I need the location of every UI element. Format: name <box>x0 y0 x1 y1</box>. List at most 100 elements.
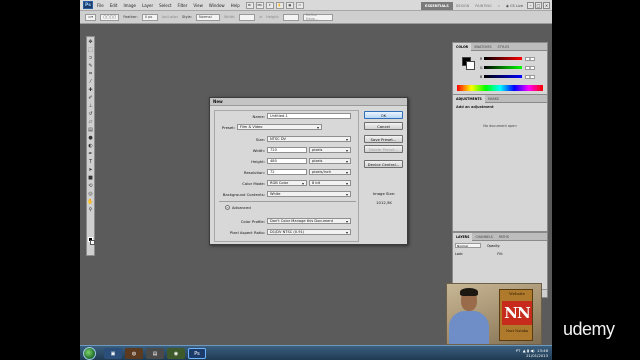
color-mode-select[interactable]: RGB Color <box>267 180 307 186</box>
tab-channels[interactable]: CHANNELS <box>472 233 495 241</box>
tab-layers[interactable]: LAYERS <box>453 232 473 241</box>
menu-view[interactable]: View <box>193 3 203 8</box>
workspace-painting[interactable]: PAINTING <box>472 4 494 8</box>
device-central-button[interactable]: Device Central... <box>364 160 403 168</box>
blur-tool-icon[interactable]: ● <box>87 134 94 141</box>
background-select[interactable]: White <box>267 191 351 197</box>
green-slider-track[interactable] <box>484 66 522 69</box>
crop-tool-icon[interactable]: ⌗ <box>87 70 94 77</box>
pixel-aspect-select[interactable]: D1/DV NTSC (0.91) <box>267 229 351 235</box>
hand-tool-icon[interactable]: ✋ <box>275 1 284 9</box>
preset-select[interactable]: Film & Video <box>237 124 322 130</box>
media-taskbar-icon[interactable]: ▤ <box>146 348 164 359</box>
menu-help[interactable]: Help <box>231 3 240 8</box>
workspace-design[interactable]: DESIGN <box>453 4 473 8</box>
resolution-unit-select[interactable]: pixels/inch <box>309 169 351 175</box>
feather-input[interactable]: 0 px <box>141 13 158 21</box>
bit-depth-select[interactable]: 8 bit <box>309 180 351 186</box>
height-input[interactable] <box>283 13 300 21</box>
lasso-tool-icon[interactable]: ↄ <box>87 54 94 61</box>
menu-file[interactable]: File <box>97 3 104 8</box>
3d-orbit-tool-icon[interactable]: ◎ <box>87 190 94 197</box>
hand-tool-icon[interactable]: ✋ <box>87 198 94 205</box>
tab-color[interactable]: COLOR <box>453 42 472 51</box>
tab-masks[interactable]: MASKS <box>485 95 502 103</box>
slider-red[interactable]: R 0 <box>480 56 542 61</box>
brush-tool-icon[interactable]: ✐ <box>87 94 94 101</box>
3d-rotate-tool-icon[interactable]: ⟲ <box>87 182 94 189</box>
type-tool-icon[interactable]: T <box>87 158 94 165</box>
screen-mode-icon[interactable]: ▭ <box>295 1 304 9</box>
background-color-swatch[interactable] <box>90 240 95 245</box>
menu-image[interactable]: Image <box>123 3 136 8</box>
history-brush-tool-icon[interactable]: ↺ <box>87 110 94 117</box>
slider-blue[interactable]: B 0 <box>480 74 542 79</box>
blue-value[interactable]: 0 <box>525 74 535 79</box>
language-indicator[interactable]: PT <box>516 348 521 353</box>
firefox-taskbar-icon[interactable]: ◍ <box>125 348 143 359</box>
move-tool-icon[interactable]: ✥ <box>87 38 94 45</box>
marquee-tool-preset-icon[interactable]: ▭▾ <box>85 13 97 21</box>
name-input[interactable]: Untitled-1 <box>267 113 351 119</box>
menu-window[interactable]: Window <box>209 3 225 8</box>
tab-paths[interactable]: PATHS <box>496 233 512 241</box>
gradient-tool-icon[interactable]: ▤ <box>87 126 94 133</box>
menu-edit[interactable]: Edit <box>110 3 118 8</box>
chevron-up-icon[interactable]: ︽ <box>225 204 230 210</box>
clock-date[interactable]: 21/01/2013 <box>526 353 548 358</box>
width-input[interactable] <box>239 13 256 21</box>
delete-preset-button[interactable]: Delete Preset... <box>364 145 403 153</box>
bridge-icon[interactable]: Br <box>245 1 254 9</box>
pen-tool-icon[interactable]: ✒ <box>87 150 94 157</box>
menu-layer[interactable]: Layer <box>142 3 153 8</box>
size-select[interactable]: NTSC DV <box>267 136 351 142</box>
photoshop-taskbar-icon[interactable]: Ps <box>188 348 206 359</box>
slider-green[interactable]: G 0 <box>480 65 542 70</box>
explorer-taskbar-icon[interactable]: ▣ <box>104 348 122 359</box>
tab-adjustments[interactable]: ADJUSTMENTS <box>453 94 485 103</box>
color-profile-select[interactable]: Don't Color Manage this Document <box>267 218 351 224</box>
tab-swatches[interactable]: SWATCHES <box>471 43 494 51</box>
blue-slider-track[interactable] <box>484 75 522 78</box>
selection-mode-icons[interactable]: ▢▢▢▢ <box>100 13 120 21</box>
path-selection-tool-icon[interactable]: ➤ <box>87 166 94 173</box>
green-value[interactable]: 0 <box>525 65 535 70</box>
style-select[interactable]: Normal <box>196 13 220 21</box>
color-background-swatch[interactable] <box>466 61 475 70</box>
workspace-essentials[interactable]: ESSENTIALS <box>421 1 453 10</box>
resolution-input[interactable]: 72 <box>267 169 307 175</box>
mini-bridge-icon[interactable]: Mb <box>255 1 264 9</box>
height-unit-select[interactable]: pixels <box>309 158 351 164</box>
eraser-tool-icon[interactable]: ▱ <box>87 118 94 125</box>
refine-edge-button[interactable]: Refine Edge... <box>303 13 334 21</box>
eyedropper-tool-icon[interactable]: ⁄ <box>87 78 94 85</box>
menu-select[interactable]: Select <box>159 3 171 8</box>
swap-icon[interactable]: ⇄ <box>259 15 262 19</box>
close-icon[interactable]: × <box>543 2 550 9</box>
save-preset-button[interactable]: Save Preset... <box>364 135 403 143</box>
minimize-icon[interactable]: – <box>527 2 534 9</box>
red-value[interactable]: 0 <box>525 56 535 61</box>
zoom-level-icon[interactable]: ▾ <box>265 1 274 9</box>
advanced-toggle[interactable]: ︽ Advanced <box>225 203 251 211</box>
marquee-tool-icon[interactable]: ⬚ <box>87 46 94 53</box>
red-slider-track[interactable] <box>484 57 522 60</box>
shape-tool-icon[interactable]: ■ <box>87 174 94 181</box>
arrange-documents-icon[interactable]: ▦ <box>285 1 294 9</box>
clone-stamp-tool-icon[interactable]: ⊥ <box>87 102 94 109</box>
tab-styles[interactable]: STYLES <box>495 43 513 51</box>
quick-select-tool-icon[interactable]: ✎ <box>87 62 94 69</box>
height-input[interactable]: 480 <box>267 158 307 164</box>
color-spectrum-bar[interactable] <box>457 85 543 91</box>
maximize-icon[interactable]: □ <box>535 2 542 9</box>
dodge-tool-icon[interactable]: ◐ <box>87 142 94 149</box>
camera-taskbar-icon[interactable]: ◉ <box>167 348 185 359</box>
healing-brush-tool-icon[interactable]: ✚ <box>87 86 94 93</box>
workspace-more[interactable]: » <box>495 4 503 8</box>
menu-filter[interactable]: Filter <box>177 3 187 8</box>
start-button-icon[interactable] <box>83 347 96 360</box>
width-input[interactable]: 720 <box>267 147 307 153</box>
width-unit-select[interactable]: pixels <box>309 147 351 153</box>
blend-mode-select[interactable]: Normal <box>455 243 481 248</box>
antialias-checkbox[interactable]: Anti-alias <box>162 15 178 19</box>
